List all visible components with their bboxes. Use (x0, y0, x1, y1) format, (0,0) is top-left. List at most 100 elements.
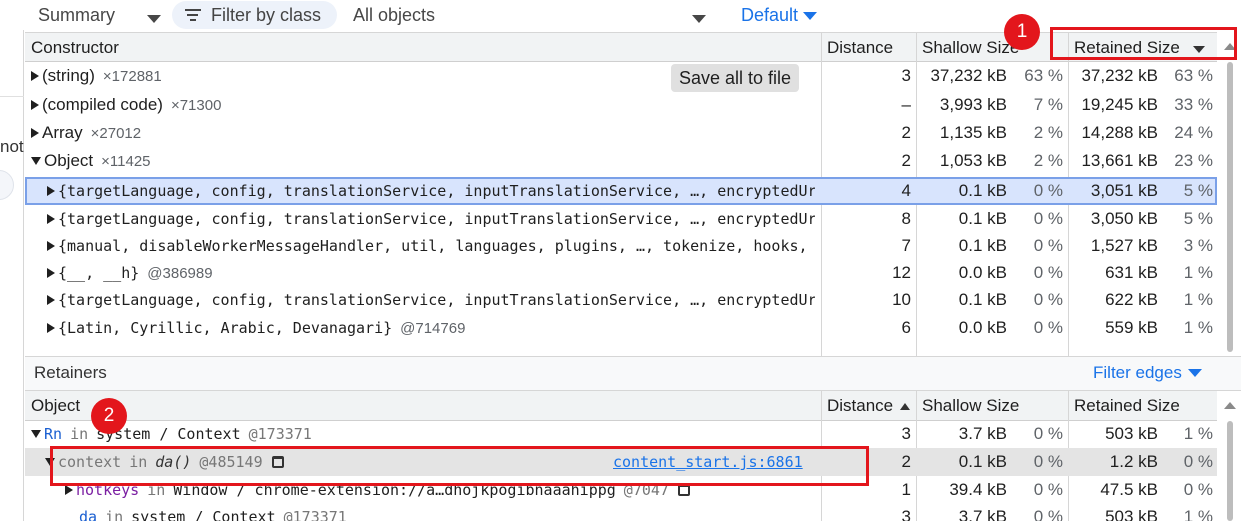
annotation-box-1 (1050, 27, 1237, 60)
retainer-row[interactable]: Rn in system / Context @173371 3 3.7 kB 0 % 503… (25, 420, 1217, 448)
object-id: @714769 (400, 320, 466, 337)
objects-select[interactable]: All objects (353, 3, 435, 27)
retainer-shallow-size-percent: 0 % (1033, 507, 1063, 521)
retainers-scrollbar[interactable] (1219, 391, 1241, 521)
instance-count: ×71300 (170, 97, 222, 114)
instance-count: ×27012 (90, 125, 142, 142)
shallow-size-percent: 2 % (1033, 151, 1063, 170)
collapse-triangle-icon[interactable] (31, 157, 41, 165)
retainer-context: system / Context (131, 508, 276, 521)
filter-edges-select[interactable]: Filter edges (1093, 363, 1202, 383)
expand-triangle-icon[interactable] (47, 323, 55, 333)
expand-triangle-icon[interactable] (47, 241, 55, 251)
constructor-cell: {manual, disableWorkerMessageHandler, ut… (47, 232, 815, 260)
shallow-size-percent: 0 % (1033, 181, 1063, 200)
expand-triangle-icon[interactable] (47, 268, 55, 278)
retained-size-percent: 1 % (1183, 318, 1213, 337)
constructor-row-partial (25, 342, 1217, 356)
left-panel-edge: not (0, 30, 24, 521)
constructor-row[interactable]: {__, __h} @386989 12 0.0 kB 0 % 631 kB 1 % (25, 259, 1217, 287)
expand-triangle-icon[interactable] (47, 214, 55, 224)
distance-value: 7 (901, 236, 911, 255)
expand-triangle-icon[interactable] (31, 100, 39, 110)
retainer-object-cell: da in system / Context @173371 (79, 503, 815, 521)
left-panel-cut-text: not (0, 137, 24, 156)
retainers-scroll-thumb[interactable] (1227, 421, 1233, 521)
retainer-shallow-size-value: 3.7 kB (958, 507, 1007, 521)
constructor-name: {targetLanguage, config, translationServ… (58, 210, 815, 228)
default-select[interactable]: Default (741, 3, 818, 27)
retained-size-percent: 23 % (1174, 151, 1213, 170)
shallow-size-value: 1,053 kB (939, 151, 1007, 170)
constructor-row[interactable]: Object ×11425 2 1,053 kB 2 % 13,661 kB 23 % (25, 147, 1217, 175)
retainers-scroll-up-icon[interactable] (1224, 402, 1236, 409)
retained-size-value: 19,245 kB (1081, 95, 1158, 114)
filter-placeholder: Filter by class (211, 5, 322, 25)
object-id: @386989 (147, 265, 213, 282)
column-object[interactable]: Object (31, 391, 80, 420)
constructor-row[interactable]: {targetLanguage, config, translationServ… (25, 205, 1217, 233)
expand-triangle-icon[interactable] (65, 485, 73, 495)
objects-select-chevron-icon[interactable] (692, 5, 706, 29)
constructor-row[interactable]: (compiled code) ×71300 – 3,993 kB 7 % 19,245 … (25, 91, 1217, 119)
shallow-size-percent: 0 % (1033, 290, 1063, 309)
filter-by-class-input[interactable]: Filter by class (172, 1, 337, 29)
retainer-shallow-size-percent: 0 % (1033, 424, 1063, 443)
retainer-distance-value: 3 (901, 507, 911, 521)
constructor-scroll-thumb[interactable] (1227, 62, 1233, 352)
retainers-bar: Retainers Filter edges (25, 356, 1241, 391)
left-panel-circle[interactable] (0, 170, 14, 200)
retained-size-value: 622 kB (1105, 290, 1158, 309)
shallow-size-value: 37,232 kB (930, 66, 1007, 85)
shallow-size-value: 0.0 kB (958, 263, 1007, 282)
constructor-row[interactable]: {targetLanguage, config, translationServ… (25, 177, 1217, 205)
view-select-label: Summary (38, 5, 116, 25)
shallow-size-value: 1,135 kB (939, 123, 1007, 142)
annotation-badge-1: 1 (1004, 14, 1040, 50)
retainer-row[interactable]: da in system / Context @173371 3 3.7 kB 0 % 503… (25, 503, 1217, 521)
retainers-grid-header: Object Distance Shallow Size Retained Si… (25, 391, 1217, 421)
constructor-row[interactable]: (string) ×172881 3 37,232 kB 63 % 37,232 kB 63… (25, 62, 1217, 90)
shallow-size-percent: 0 % (1033, 209, 1063, 228)
constructor-cell: {Latin, Cyrillic, Arabic, Devanagari} @71… (47, 314, 815, 342)
expand-triangle-icon[interactable] (47, 295, 55, 305)
view-select-chevron-icon[interactable] (147, 5, 161, 29)
retained-size-value: 14,288 kB (1081, 123, 1158, 142)
retainer-retained-size-value: 1.2 kB (1109, 452, 1158, 471)
column-distance[interactable]: Distance (827, 33, 893, 62)
constructor-row[interactable]: Array ×27012 2 1,135 kB 2 % 14,288 kB 24 % (25, 119, 1217, 147)
save-all-to-file-button[interactable]: Save all to file (671, 64, 799, 92)
retainer-name: da (79, 508, 98, 521)
retainer-in-keyword: in (70, 425, 89, 443)
constructor-name: Object (44, 151, 94, 170)
column-retainer-distance[interactable]: Distance (827, 391, 910, 420)
retainer-name: Rn (44, 425, 63, 443)
retained-size-percent: 33 % (1174, 95, 1213, 114)
constructor-scrollbar[interactable] (1219, 32, 1241, 356)
constructor-row[interactable]: {Latin, Cyrillic, Arabic, Devanagari} @71… (25, 314, 1217, 342)
constructor-name: {__, __h} (58, 264, 140, 282)
instance-count: ×11425 (101, 153, 151, 170)
retainer-retained-size-percent: 1 % (1183, 424, 1213, 443)
constructor-name: (string) (42, 66, 95, 85)
expand-triangle-icon[interactable] (31, 128, 39, 138)
expand-triangle-icon[interactable] (47, 186, 55, 196)
default-chevron-icon (803, 12, 818, 20)
constructor-name: {targetLanguage, config, translationServ… (58, 291, 815, 309)
retained-size-percent: 63 % (1174, 66, 1213, 85)
column-retainer-retained-size[interactable]: Retained Size (1074, 391, 1180, 420)
constructor-cell: Object ×11425 (31, 147, 815, 175)
shallow-size-percent: 2 % (1033, 123, 1063, 142)
retained-size-percent: 5 % (1183, 209, 1213, 228)
constructor-row[interactable]: {manual, disableWorkerMessageHandler, ut… (25, 232, 1217, 260)
column-retainer-shallow-size[interactable]: Shallow Size (922, 391, 1019, 420)
constructor-row[interactable]: {targetLanguage, config, translationServ… (25, 286, 1217, 314)
shallow-size-value: 3,993 kB (939, 95, 1007, 114)
distance-value: 2 (901, 123, 911, 142)
expand-triangle-icon[interactable] (31, 71, 39, 81)
view-select[interactable]: Summary (38, 3, 115, 27)
collapse-triangle-icon[interactable] (31, 430, 41, 438)
retained-size-value: 3,050 kB (1090, 209, 1158, 228)
annotation-box-2 (50, 446, 869, 486)
column-constructor[interactable]: Constructor (31, 33, 119, 62)
